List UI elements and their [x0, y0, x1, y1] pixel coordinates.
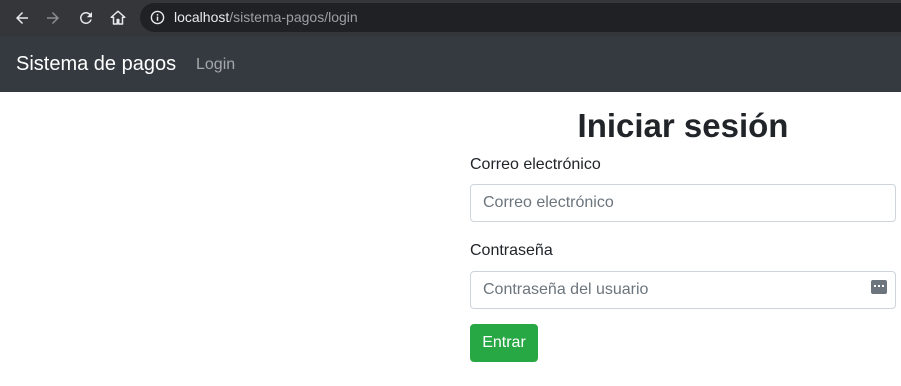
navbar-brand[interactable]: Sistema de pagos — [16, 53, 176, 76]
browser-toolbar: localhost/sistema-pagos/login — [0, 0, 901, 36]
url-path: /sistema-pagos/login — [229, 9, 358, 25]
email-field[interactable] — [470, 184, 896, 222]
submit-button[interactable]: Entrar — [470, 324, 538, 362]
address-bar[interactable]: localhost/sistema-pagos/login — [140, 3, 901, 32]
home-icon[interactable] — [107, 7, 129, 29]
password-manager-icon[interactable] — [871, 280, 887, 294]
email-label: Correo electrónico — [470, 156, 601, 173]
url-text: localhost/sistema-pagos/login — [174, 9, 358, 25]
reload-icon[interactable] — [75, 7, 97, 29]
forward-icon[interactable] — [42, 7, 64, 29]
page-title: Iniciar sesión — [577, 107, 789, 144]
info-icon[interactable] — [150, 10, 165, 25]
app-navbar: Sistema de pagos Login — [0, 36, 901, 92]
url-host: localhost — [174, 9, 230, 25]
back-icon[interactable] — [11, 7, 33, 29]
password-label: Contraseña — [470, 242, 553, 259]
password-field[interactable] — [470, 271, 896, 309]
nav-link-login[interactable]: Login — [196, 56, 235, 74]
